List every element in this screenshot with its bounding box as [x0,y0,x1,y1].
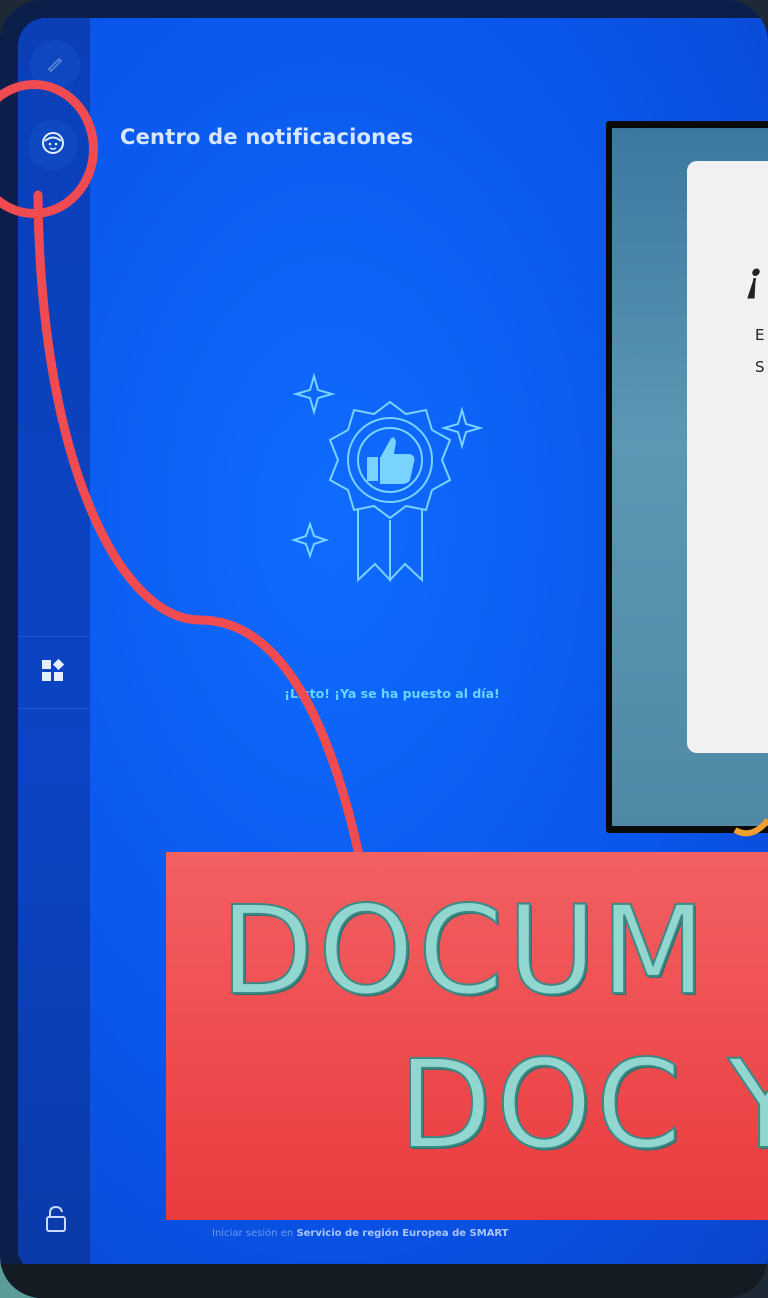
device-frame: Centro de notificaciones ¡Listo! ¡Ya se … [0,0,768,1298]
device-bottom-bezel [0,1264,768,1298]
banner-line-2: DOC Y [397,1033,768,1177]
banner-line-1: DOCUM [219,879,710,1023]
